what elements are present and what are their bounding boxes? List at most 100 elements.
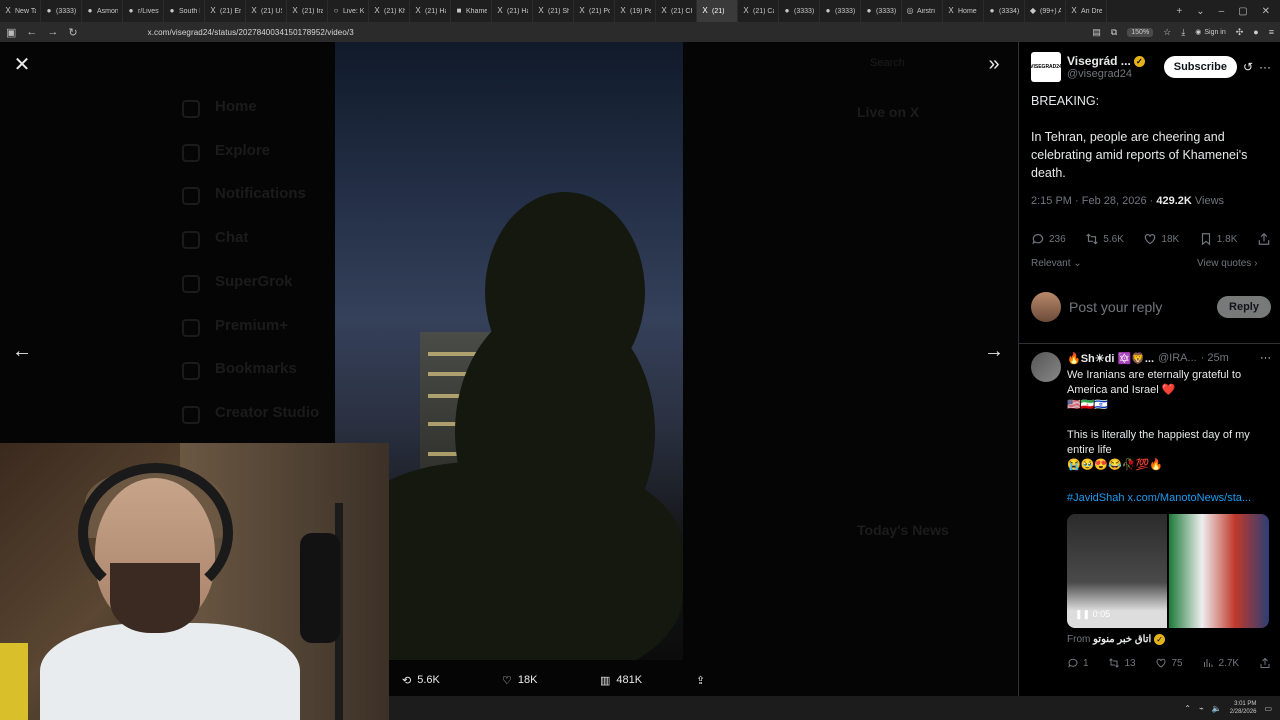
browser-tab[interactable]: ◎ Airstri — [902, 0, 943, 22]
browser-tab[interactable]: ● (3333) — [820, 0, 861, 22]
browser-tab[interactable]: X (19) Pe — [615, 0, 656, 22]
browser-tab[interactable]: ● (3333) — [41, 0, 82, 22]
reply-like-action[interactable]: 75 — [1155, 657, 1183, 669]
reply-more-icon[interactable]: ··· — [1260, 352, 1271, 365]
download-icon[interactable]: ⤓ — [1181, 27, 1185, 38]
grok-icon[interactable]: ↺ — [1243, 60, 1253, 74]
menu-icon[interactable]: ≡ — [1269, 27, 1274, 37]
reload-button[interactable]: ↻ — [68, 26, 77, 39]
reply-time[interactable]: · 25m — [1201, 352, 1229, 365]
reply-source: From اتاق خبر منوتو ✓ — [1067, 634, 1166, 645]
subscribe-button[interactable]: Subscribe — [1163, 56, 1237, 78]
reply-input[interactable]: Post your reply — [1069, 299, 1162, 315]
reply-image-thumb[interactable] — [1169, 514, 1269, 628]
reply-author-name[interactable]: 🔥Sh☀di 🔯🦁... — [1067, 352, 1154, 365]
close-window-button[interactable]: ✕ — [1262, 6, 1270, 17]
media-views-button[interactable]: ▥ 481K — [600, 674, 642, 687]
reply-emojis: 😭🥹😍😂🥀💯🔥 — [1067, 459, 1163, 471]
more-options-icon[interactable]: ··· — [1259, 60, 1271, 74]
tab-favicon-icon: ● — [128, 6, 134, 15]
browser-tab[interactable]: X (21) En — [205, 0, 246, 22]
reply-retweet-action[interactable]: 13 — [1108, 657, 1136, 669]
like-action[interactable]: 18K — [1143, 232, 1179, 246]
tab-label: (21) US — [261, 7, 282, 15]
sidebar-toggle-icon[interactable]: ▣ — [6, 26, 16, 39]
view-quotes-link[interactable]: View quotes › — [1197, 258, 1257, 269]
browser-tab[interactable]: X (21) Po — [574, 0, 615, 22]
ghost-navigation: Home Explore Notifications Chat SuperGrok Pre… — [170, 42, 340, 442]
browser-tab[interactable]: X (21) Ha — [410, 0, 451, 22]
new-tab-button[interactable]: + — [1176, 6, 1182, 17]
extensions-icon[interactable]: ✣ — [1236, 27, 1244, 38]
browser-tab[interactable]: ● (3334) — [984, 0, 1025, 22]
media-share-button[interactable]: ⇪ — [696, 674, 705, 687]
ghost-nav-item: Explore — [215, 141, 271, 159]
bookmark-star-icon[interactable]: ☆ — [1163, 27, 1171, 38]
reader-icon[interactable]: ▤ — [1092, 27, 1101, 38]
browser-tab[interactable]: ○ Live: Ki — [328, 0, 369, 22]
browser-tab[interactable]: X (21) Ira — [287, 0, 328, 22]
browser-tab[interactable]: X (21) Kh — [369, 0, 410, 22]
reply-avatar[interactable] — [1031, 352, 1061, 382]
forward-button[interactable]: → — [47, 26, 58, 38]
zoom-level[interactable]: 150% — [1127, 27, 1154, 37]
account-name[interactable]: Visegrád ... ✓ — [1067, 54, 1145, 68]
media-like-button[interactable]: ♡ 18K — [502, 674, 537, 687]
browser-tab[interactable]: ◆ (99+) A — [1025, 0, 1066, 22]
network-icon[interactable]: ⌁ — [1199, 704, 1204, 713]
browser-tab[interactable]: X (21) Ca — [738, 0, 779, 22]
reply-hashtag-link[interactable]: #JavidShah x.com/ManotoNews/sta... — [1067, 492, 1251, 504]
tab-list-chevron-icon[interactable]: ⌄ — [1196, 6, 1204, 17]
tab-label: New Ta — [15, 7, 36, 15]
browser-tab[interactable]: X (21) Ch — [656, 0, 697, 22]
browser-tab[interactable]: X Home — [943, 0, 984, 22]
tweet-timestamp[interactable]: 2:15 PM · Feb 28, 2026 · — [1031, 195, 1156, 207]
reply-media[interactable]: ❚❚ 0:05 — [1067, 514, 1269, 628]
toy-figure — [0, 643, 28, 720]
browser-tab[interactable]: X New Ta — [0, 0, 41, 22]
picture-in-picture-icon[interactable]: ⧉ — [1111, 27, 1117, 38]
account-avatar[interactable]: VISEGRAD24 — [1030, 52, 1062, 82]
tab-label: r/Livest — [138, 7, 159, 15]
previous-media-button[interactable]: ← — [8, 337, 36, 365]
source-name[interactable]: اتاق خبر منوتو — [1093, 634, 1151, 645]
browser-tab[interactable]: X (21) — [697, 0, 738, 22]
notification-icon[interactable]: ● — [1253, 27, 1258, 37]
tray-chevron-icon[interactable]: ⌃ — [1184, 704, 1191, 713]
url-field[interactable]: x.com/visegrad24/status/2027840034150178… — [148, 28, 354, 37]
reply-video-thumb[interactable]: ❚❚ 0:05 — [1067, 514, 1167, 628]
media-retweet-button[interactable]: ⟲ 5.6K — [402, 674, 440, 687]
retweet-action[interactable]: 5.6K — [1085, 232, 1124, 246]
browser-tab[interactable]: X (21) Ha — [492, 0, 533, 22]
share-action[interactable] — [1257, 232, 1271, 246]
browser-tab[interactable]: X (21) US — [246, 0, 287, 22]
browser-tab[interactable]: ● (3333) — [779, 0, 820, 22]
browser-tab[interactable]: ● (3333) — [861, 0, 902, 22]
reply-share-action[interactable] — [1259, 657, 1271, 669]
back-button[interactable]: ← — [26, 26, 37, 38]
maximize-button[interactable]: ▢ — [1238, 6, 1247, 17]
browser-tab[interactable]: X (21) Sh — [533, 0, 574, 22]
sign-in-button[interactable]: ◉ Sign in — [1195, 28, 1226, 37]
browser-tab[interactable]: ■ Khame — [451, 0, 492, 22]
reply-reply-action[interactable]: 1 — [1067, 657, 1089, 669]
reply-author-handle[interactable]: @IRA... — [1158, 352, 1197, 365]
sort-relevant-dropdown[interactable]: Relevant ⌄ — [1031, 258, 1082, 269]
notifications-icon[interactable]: ▭ — [1264, 704, 1272, 713]
next-media-button[interactable]: → — [980, 337, 1008, 365]
browser-tab[interactable]: X Ari Dre — [1066, 0, 1107, 22]
user-avatar[interactable] — [1031, 292, 1061, 322]
account-handle[interactable]: @visegrad24 — [1067, 68, 1145, 80]
browser-tab[interactable]: ● South K — [164, 0, 205, 22]
minimize-button[interactable]: – — [1219, 6, 1225, 17]
browser-tab[interactable]: ● r/Livest — [123, 0, 164, 22]
expand-sidebar-button[interactable]: » — [980, 50, 1008, 78]
bookmark-action[interactable]: 1.8K — [1199, 232, 1237, 246]
clock[interactable]: 3:01 PM 2/28/2026 — [1230, 700, 1257, 716]
reply-views-action[interactable]: 2.7K — [1202, 657, 1239, 669]
close-viewer-button[interactable]: ✕ — [8, 50, 36, 78]
volume-icon[interactable]: 🔈 — [1212, 704, 1222, 713]
browser-tab[interactable]: ● Asmon — [82, 0, 123, 22]
reply-action[interactable]: 236 — [1031, 232, 1066, 246]
reply-button[interactable]: Reply — [1217, 296, 1271, 318]
